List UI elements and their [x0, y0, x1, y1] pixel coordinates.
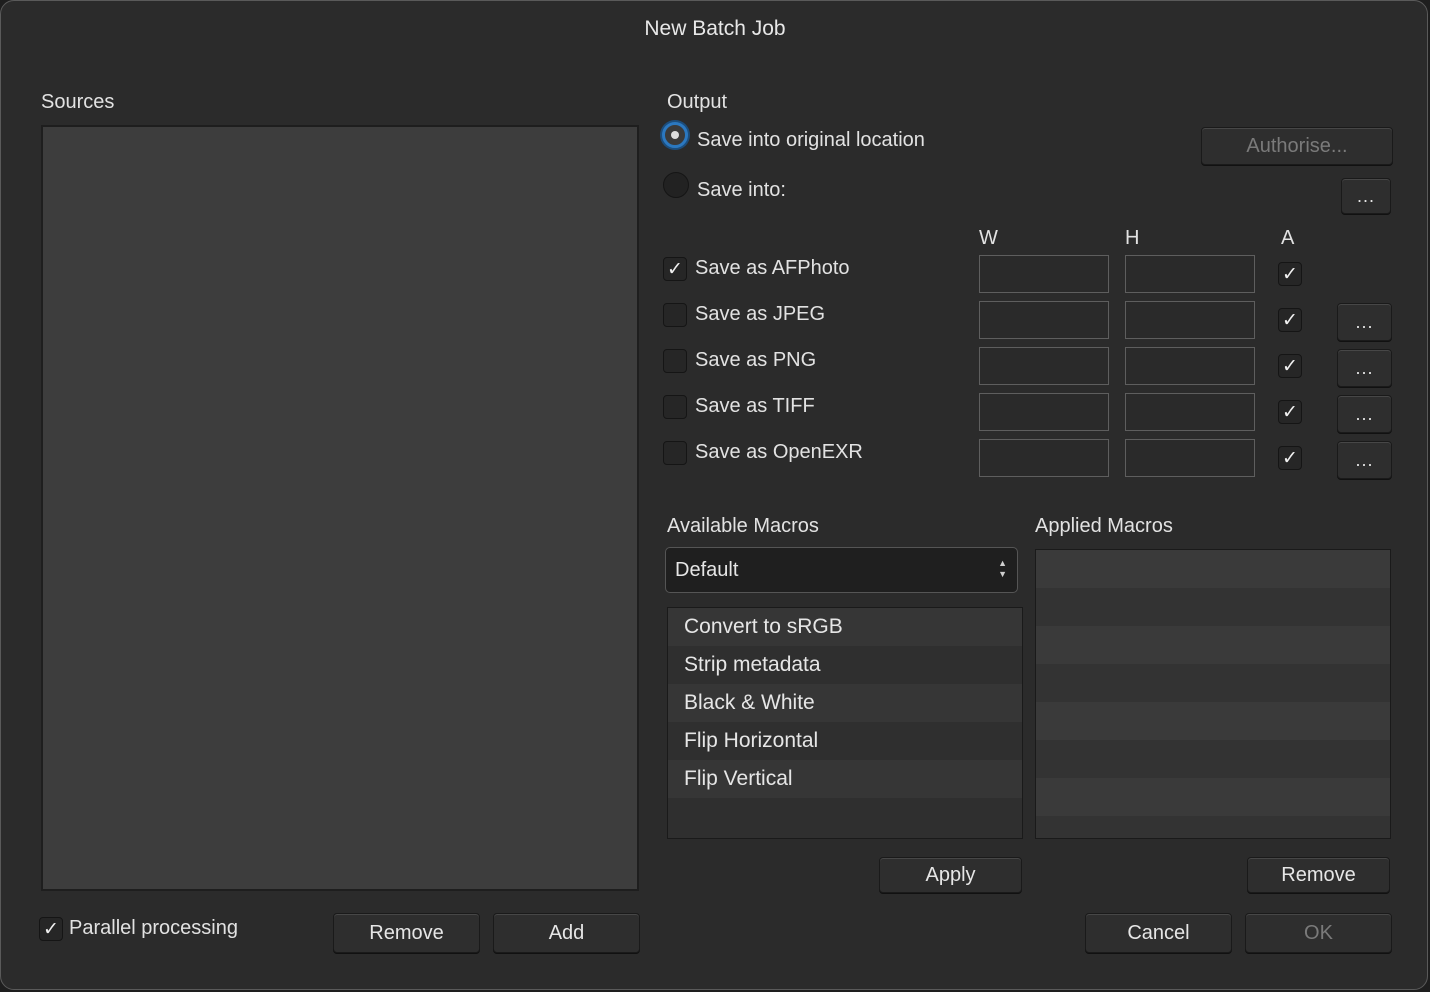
- jpeg-options-button[interactable]: ...: [1337, 303, 1392, 341]
- save-openexr-label: Save as OpenEXR: [695, 441, 863, 463]
- openexr-height-field[interactable]: [1125, 439, 1255, 477]
- applied-macros-label: Applied Macros: [1035, 515, 1173, 537]
- list-filler: [1036, 778, 1390, 816]
- batch-job-dialog: New Batch Job Sources ✓ Parallel process…: [0, 0, 1428, 990]
- afphoto-aspect-checkbox[interactable]: ✓: [1278, 262, 1302, 286]
- aspect-column-header: A: [1281, 227, 1295, 249]
- macro-category-value: Default: [675, 559, 739, 581]
- save-afphoto-label: Save as AFPhoto: [695, 257, 850, 279]
- save-afphoto-checkbox[interactable]: ✓: [663, 257, 687, 281]
- jpeg-aspect-checkbox[interactable]: ✓: [1278, 308, 1302, 332]
- png-options-button[interactable]: ...: [1337, 349, 1392, 387]
- list-filler: [1036, 664, 1390, 702]
- jpeg-height-field[interactable]: [1125, 301, 1255, 339]
- sources-label: Sources: [41, 91, 115, 113]
- checkmark-icon: ✓: [1282, 355, 1298, 377]
- tiff-width-field[interactable]: [979, 393, 1109, 431]
- tiff-height-field[interactable]: [1125, 393, 1255, 431]
- png-aspect-checkbox[interactable]: ✓: [1278, 354, 1302, 378]
- list-filler: [668, 798, 1022, 836]
- applied-macros-list[interactable]: [1035, 549, 1391, 839]
- save-into-label: Save into:: [697, 179, 786, 201]
- tiff-options-button[interactable]: ...: [1337, 395, 1392, 433]
- save-original-radio[interactable]: [662, 122, 688, 148]
- save-tiff-label: Save as TIFF: [695, 395, 815, 417]
- add-source-button[interactable]: Add: [493, 913, 640, 953]
- list-item[interactable]: Convert to sRGB: [668, 608, 1022, 646]
- png-width-field[interactable]: [979, 347, 1109, 385]
- radio-dot-icon: [671, 131, 679, 139]
- checkmark-icon: ✓: [1282, 263, 1298, 285]
- afphoto-height-field[interactable]: [1125, 255, 1255, 293]
- dialog-title: New Batch Job: [644, 17, 786, 40]
- apply-macro-button[interactable]: Apply: [879, 857, 1022, 893]
- save-jpeg-checkbox[interactable]: [663, 303, 687, 327]
- parallel-processing-label: Parallel processing: [69, 917, 238, 939]
- checkmark-icon: ✓: [1282, 309, 1298, 331]
- list-filler: [1036, 702, 1390, 740]
- cancel-button[interactable]: Cancel: [1085, 913, 1232, 953]
- save-png-checkbox[interactable]: [663, 349, 687, 373]
- remove-source-button[interactable]: Remove: [333, 913, 480, 953]
- ok-button[interactable]: OK: [1245, 913, 1392, 953]
- openexr-options-button[interactable]: ...: [1337, 441, 1392, 479]
- png-height-field[interactable]: [1125, 347, 1255, 385]
- list-filler: [1036, 550, 1390, 588]
- openexr-width-field[interactable]: [979, 439, 1109, 477]
- save-tiff-checkbox[interactable]: [663, 395, 687, 419]
- sources-list[interactable]: [41, 125, 639, 891]
- save-png-label: Save as PNG: [695, 349, 817, 371]
- authorise-button[interactable]: Authorise...: [1201, 127, 1393, 165]
- jpeg-width-field[interactable]: [979, 301, 1109, 339]
- width-column-header: W: [979, 227, 998, 249]
- parallel-processing-checkbox[interactable]: ✓: [39, 917, 63, 941]
- remove-macro-button[interactable]: Remove: [1247, 857, 1390, 893]
- output-label: Output: [667, 91, 728, 113]
- checkmark-icon: ✓: [1282, 401, 1298, 423]
- save-original-label: Save into original location: [697, 129, 925, 151]
- list-item[interactable]: Flip Vertical: [668, 760, 1022, 798]
- openexr-aspect-checkbox[interactable]: ✓: [1278, 446, 1302, 470]
- list-filler: [1036, 816, 1390, 838]
- list-item[interactable]: Flip Horizontal: [668, 722, 1022, 760]
- height-column-header: H: [1125, 227, 1140, 249]
- available-macros-label: Available Macros: [667, 515, 819, 537]
- afphoto-width-field[interactable]: [979, 255, 1109, 293]
- list-filler: [1036, 588, 1390, 626]
- save-openexr-checkbox[interactable]: [663, 441, 687, 465]
- checkmark-icon: ✓: [1282, 447, 1298, 469]
- save-into-radio[interactable]: [663, 172, 689, 198]
- list-filler: [1036, 626, 1390, 664]
- checkmark-icon: ✓: [43, 918, 59, 940]
- tiff-aspect-checkbox[interactable]: ✓: [1278, 400, 1302, 424]
- list-filler: [1036, 740, 1390, 778]
- checkmark-icon: ✓: [667, 258, 683, 280]
- stepper-arrows-icon: ▲ ▼: [998, 558, 1007, 579]
- list-item[interactable]: Black & White: [668, 684, 1022, 722]
- macro-category-select[interactable]: Default ▲ ▼: [665, 547, 1018, 593]
- list-item[interactable]: Strip metadata: [668, 646, 1022, 684]
- available-macros-list: Convert to sRGB Strip metadata Black & W…: [667, 607, 1023, 839]
- browse-folder-button[interactable]: ...: [1341, 178, 1391, 214]
- save-jpeg-label: Save as JPEG: [695, 303, 826, 325]
